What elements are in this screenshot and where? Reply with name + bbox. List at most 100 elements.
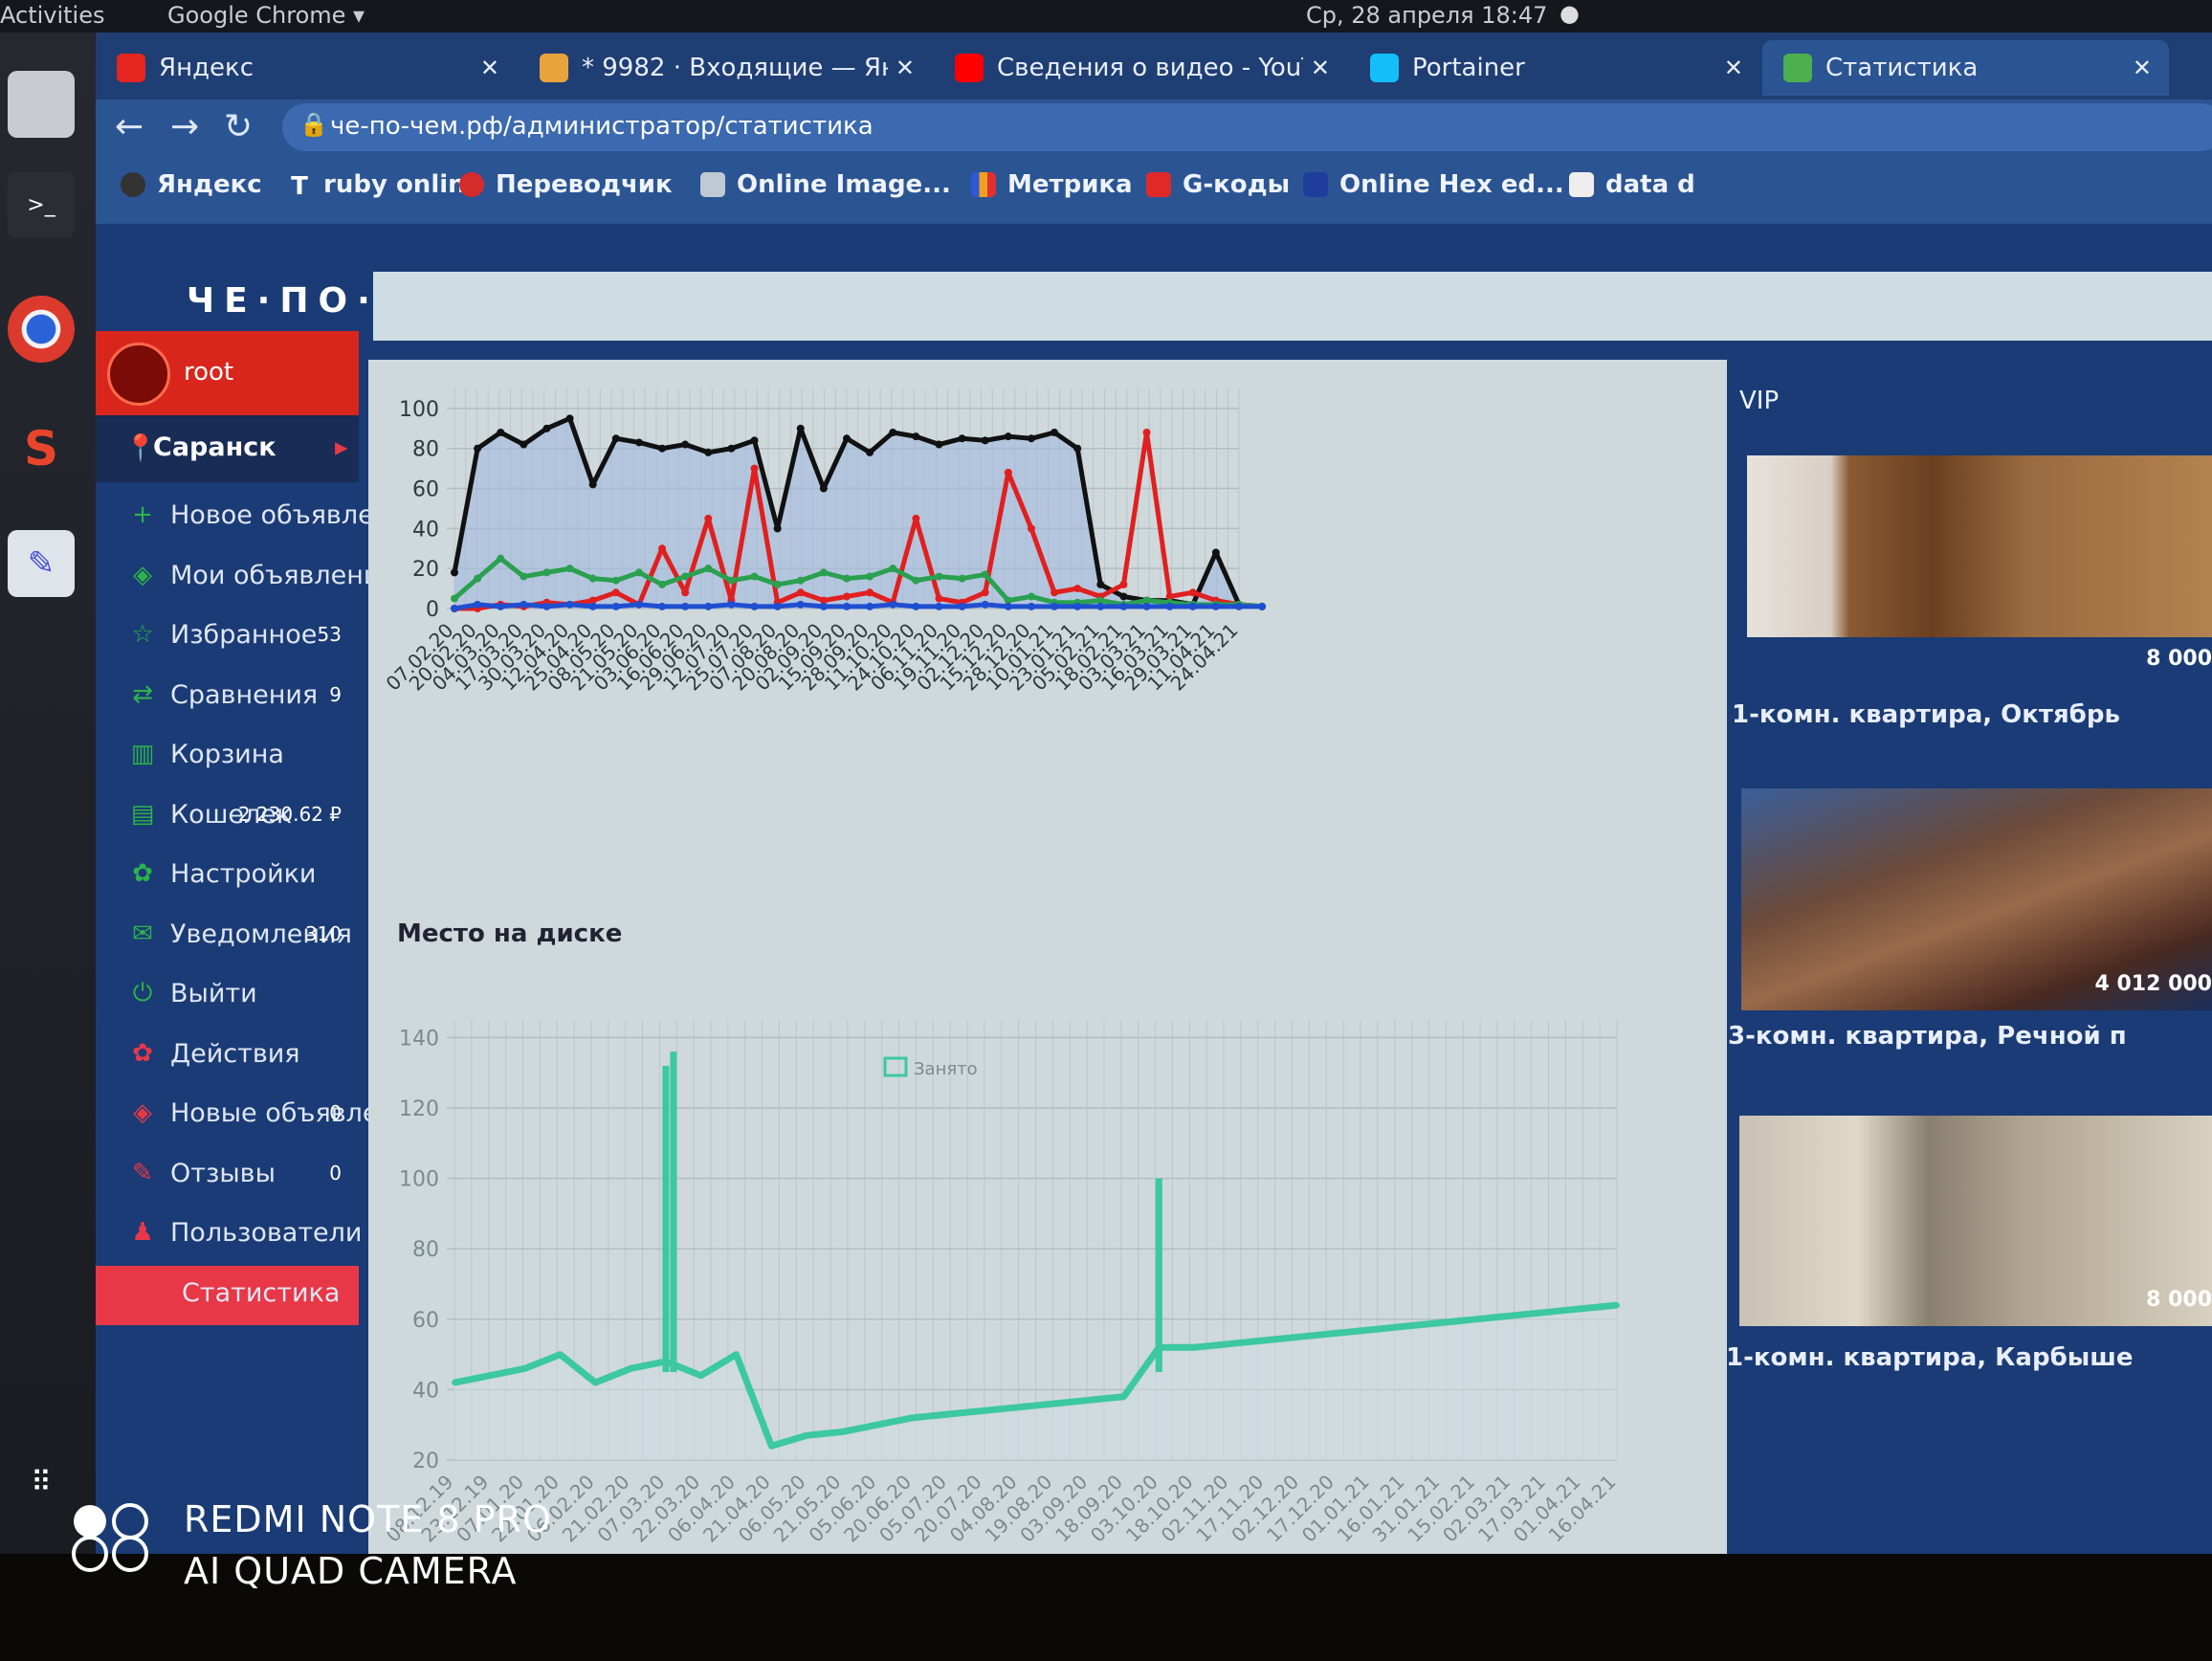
reload-icon[interactable]: ↻ — [224, 107, 253, 146]
close-icon[interactable]: ✕ — [1724, 55, 1743, 81]
tab-mail[interactable]: * 9982 · Входящие — Янд ✕ — [519, 40, 932, 96]
sidebar-item-2[interactable]: ◈ Мои объявления — [96, 548, 396, 606]
data-point — [981, 570, 989, 579]
data-point — [1051, 602, 1059, 610]
sidebar-item-10[interactable]: ✿ Действия — [96, 1027, 359, 1084]
tab-label: Яндекс — [159, 54, 254, 82]
forward-icon[interactable]: → — [170, 107, 199, 146]
data-point — [1085, 1397, 1092, 1404]
sidebar-item-12[interactable]: ✎ Отзывы 0 — [96, 1146, 359, 1204]
close-icon[interactable]: ✕ — [896, 55, 915, 81]
image-icon — [700, 172, 725, 197]
app-menu[interactable]: Google Chrome ▾ — [167, 2, 365, 29]
tab-yandex[interactable]: Яндекс ✕ — [96, 40, 517, 96]
sidebar-item-label: Настройки — [170, 859, 317, 889]
data-point — [866, 588, 874, 597]
data-point — [697, 1372, 704, 1379]
address-bar[interactable]: 🔒 че-по-чем.рф/администратор/статистика — [282, 103, 2212, 151]
data-point — [796, 576, 805, 585]
close-icon[interactable]: ✕ — [1311, 55, 1330, 81]
vip-heading: VIP — [1739, 387, 1780, 415]
bookmark-label: Online Hex ed... — [1339, 170, 1564, 199]
search-bar[interactable] — [373, 272, 2212, 341]
data-point — [486, 1372, 493, 1379]
city-selector[interactable]: 📍 Саранск ▸ — [96, 415, 359, 482]
data-point — [1096, 580, 1105, 588]
sidebar-item-6[interactable]: ▤ Кошелек 2 230.62 ₽ — [96, 787, 359, 845]
sidebar: ЧЕ·ПО·ЧЕМ root 📍 Саранск ▸ + Новое объявл… — [96, 224, 484, 1554]
back-icon[interactable]: ← — [115, 107, 144, 146]
terminal-icon[interactable]: >_ — [8, 171, 75, 238]
data-point — [727, 444, 736, 453]
layers-red-icon: ◈ — [133, 1098, 152, 1127]
data-point — [521, 1365, 528, 1372]
data-point — [634, 568, 643, 577]
mail-icon — [540, 54, 568, 82]
chrome-icon[interactable] — [8, 296, 75, 363]
close-icon[interactable]: ✕ — [2133, 55, 2152, 81]
data-point — [1027, 592, 1035, 601]
data-point — [611, 576, 620, 585]
avatar — [107, 343, 170, 406]
data-point — [843, 592, 851, 601]
clock[interactable]: Ср, 28 апреля 18:47 — [1306, 2, 1547, 29]
vip-title[interactable]: 1-комн. квартира, Карбыше — [1726, 1343, 2133, 1372]
vip-photo[interactable] — [1747, 455, 2212, 637]
bookmark-hex-editor[interactable]: Online Hex ed... — [1303, 170, 1564, 199]
data-point — [773, 524, 782, 533]
y-tick-label: 140 — [399, 1027, 439, 1051]
sidebar-item-count: 0 — [329, 1101, 342, 1124]
y-tick-label: 80 — [412, 438, 439, 462]
close-icon[interactable]: ✕ — [480, 55, 499, 81]
vip-photo[interactable] — [1739, 1116, 2212, 1326]
user-bar[interactable]: root — [96, 331, 359, 415]
plus-icon: + — [132, 500, 153, 529]
sidebar-item-7[interactable]: ✿ Настройки — [96, 847, 359, 904]
vip-title[interactable]: 1-комн. квартира, Октябрь — [1732, 700, 2120, 729]
app-s-icon[interactable]: S — [8, 415, 75, 482]
vip-title[interactable]: 3-комн. квартира, Речной п — [1728, 1022, 2127, 1051]
sidebar-item-4[interactable]: ⇄ Сравнения 9 — [96, 668, 359, 725]
trash-icon: ▥ — [130, 740, 155, 768]
data-point — [704, 448, 713, 456]
sidebar-item-13[interactable]: ♟ Пользователи — [96, 1206, 362, 1263]
sidebar-item-5[interactable]: ▥ Корзина — [96, 727, 359, 785]
sidebar-item-label: Отзывы — [170, 1158, 276, 1188]
sidebar-item-3[interactable]: ☆ Избранное 53 — [96, 608, 359, 665]
bookmark-ruby[interactable]: Truby online — [287, 170, 482, 201]
data-point — [981, 588, 989, 597]
data-point — [768, 1443, 775, 1450]
bookmark-online-image[interactable]: Online Image... — [700, 170, 951, 199]
bookmark-data[interactable]: data d — [1569, 170, 1695, 199]
bookmark-metrika[interactable]: Метрика — [971, 170, 1133, 199]
sidebar-item-11[interactable]: ◈ Новые объявления 0 — [96, 1086, 428, 1143]
vip-panel: VIP 8 000 1-комн. квартира, Октябрь 4 01… — [1726, 360, 2212, 1554]
data-point — [727, 600, 736, 609]
sidebar-item-label: Мои объявления — [170, 560, 396, 590]
bookmark-yandex[interactable]: Яндекс — [121, 170, 262, 199]
bookmark-g-codes[interactable]: G-коды — [1146, 170, 1290, 199]
tab-statistics[interactable]: Статистика ✕ — [1762, 40, 2169, 96]
files-icon[interactable] — [8, 71, 75, 138]
sidebar-item-14[interactable]: Статистика — [96, 1265, 359, 1325]
sidebar-item-count: 9 — [329, 682, 342, 706]
text-editor-icon[interactable]: ✎ — [8, 530, 75, 597]
sidebar-item-9[interactable]: ⏻ Выйти — [96, 966, 359, 1024]
data-point — [1051, 588, 1059, 597]
y-tick-label: 40 — [412, 1379, 439, 1403]
sidebar-item-1[interactable]: + Новое объявление — [96, 488, 423, 545]
data-point — [520, 440, 528, 449]
sidebar-item-8[interactable]: ✉ Уведомления 310 — [96, 907, 359, 964]
data-point — [628, 1365, 634, 1372]
data-point — [773, 602, 782, 610]
data-point — [1437, 1319, 1444, 1326]
tab-youtube[interactable]: Сведения о видео - YouTu ✕ — [934, 40, 1347, 96]
data-point — [912, 514, 920, 522]
data-point — [839, 1428, 845, 1435]
tab-portainer[interactable]: Portainer ✕ — [1349, 40, 1760, 96]
vip-price: 4 012 000 — [2094, 972, 2212, 996]
y-tick-label: 100 — [399, 1168, 439, 1192]
data-point — [634, 600, 643, 609]
bookmark-translator[interactable]: Переводчик — [459, 170, 673, 199]
activities-button[interactable]: Activities — [0, 2, 105, 29]
